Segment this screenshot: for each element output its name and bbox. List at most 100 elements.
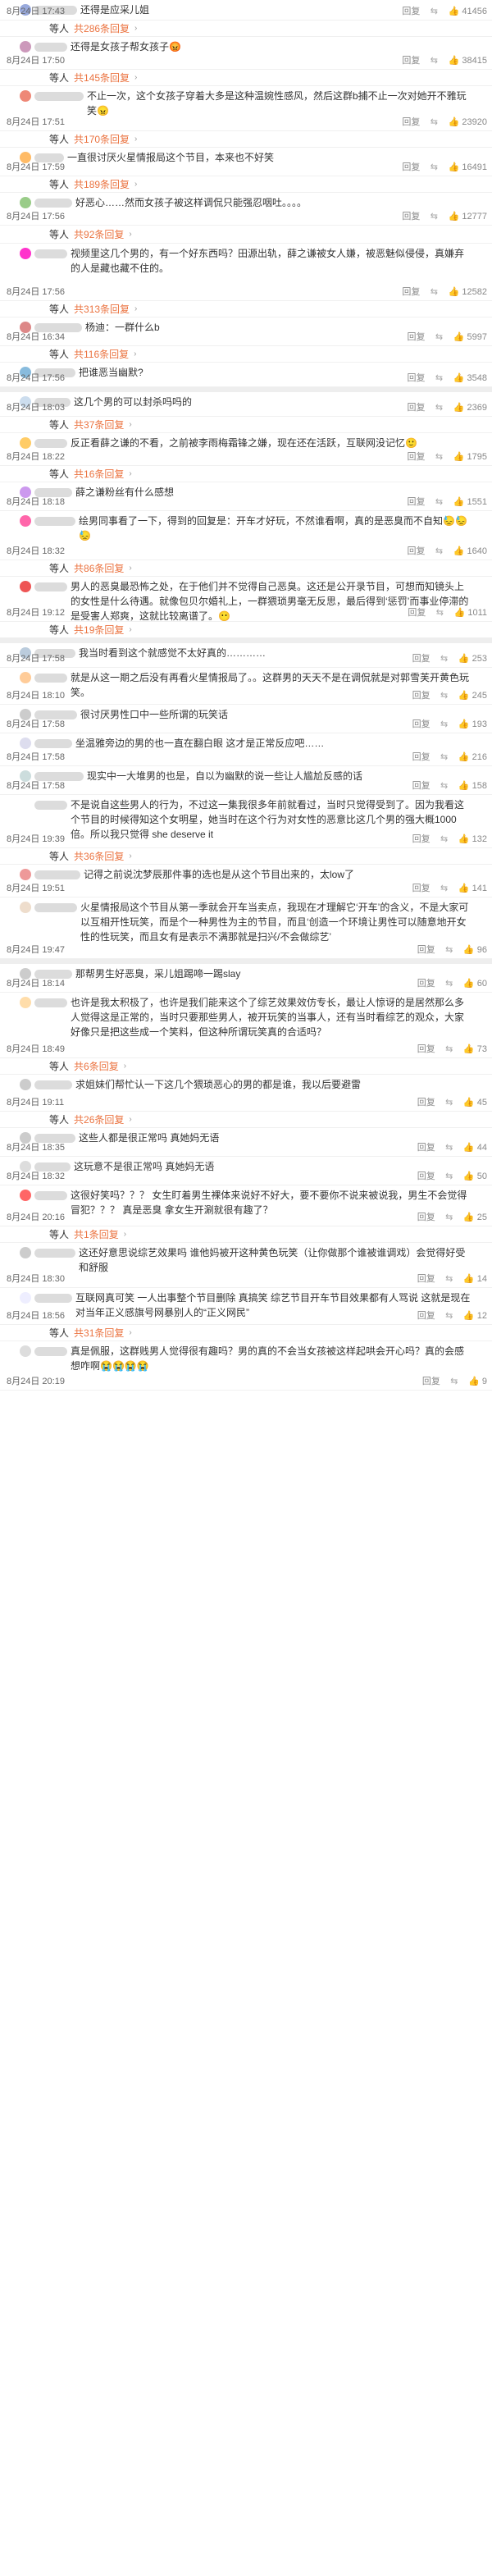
repost-icon[interactable]: ⇆ — [434, 606, 445, 619]
username-blurred[interactable] — [34, 517, 75, 526]
reply-button[interactable]: 回复 — [402, 285, 420, 299]
username-blurred[interactable] — [34, 739, 72, 748]
like-button[interactable]: 👍 1640 — [453, 545, 487, 558]
repost-icon[interactable]: ⇆ — [434, 450, 445, 464]
reply-summary[interactable]: 等人 共31条回复 › — [49, 1325, 472, 1341]
like-button[interactable]: 👍 73 — [463, 1043, 487, 1056]
reply-summary-row[interactable]: 等人 共31条回复 › — [0, 1325, 492, 1341]
reply-summary-row[interactable]: 等人 共286条回复 › — [0, 21, 492, 37]
repost-icon[interactable]: ⇆ — [444, 1096, 455, 1109]
reply-button[interactable]: 回复 — [412, 882, 430, 895]
reply-summary[interactable]: 等人 共286条回复 › — [49, 21, 472, 37]
repost-icon[interactable]: ⇆ — [444, 1272, 455, 1286]
like-button[interactable]: 👍 141 — [458, 882, 487, 895]
reply-summary[interactable]: 等人 共86条回复 › — [49, 560, 472, 577]
avatar[interactable] — [20, 1292, 31, 1304]
avatar[interactable] — [20, 581, 31, 592]
username-blurred[interactable] — [34, 199, 72, 208]
repost-icon[interactable]: ⇆ — [434, 372, 445, 385]
reply-summary-row[interactable]: 等人 共26条回复 › — [0, 1112, 492, 1128]
avatar[interactable] — [20, 902, 31, 913]
like-button[interactable]: 👍 14 — [463, 1272, 487, 1286]
reply-button[interactable]: 回复 — [412, 718, 430, 731]
reply-button[interactable]: 回复 — [408, 606, 426, 619]
repost-icon[interactable]: ⇆ — [434, 401, 445, 414]
reply-count-link[interactable]: 共286条回复 — [74, 21, 130, 37]
repost-icon[interactable]: ⇆ — [444, 1141, 455, 1154]
reply-button[interactable]: 回复 — [417, 1043, 435, 1056]
like-button[interactable]: 👍 1551 — [453, 496, 487, 509]
like-button[interactable]: 👍 132 — [458, 833, 487, 846]
reply-summary-row[interactable]: 等人 共145条回复 › — [0, 70, 492, 86]
username-blurred[interactable] — [34, 249, 67, 258]
like-button[interactable]: 👍 38415 — [448, 54, 487, 67]
like-button[interactable]: 👍 41456 — [448, 5, 487, 18]
reply-button[interactable]: 回复 — [402, 210, 420, 223]
reply-summary[interactable]: 等人 共1条回复 › — [49, 1226, 472, 1243]
like-button[interactable]: 👍 16491 — [448, 161, 487, 174]
reply-summary[interactable]: 等人 共170条回复 › — [49, 131, 472, 148]
reply-summary[interactable]: 等人 共37条回复 › — [49, 417, 472, 433]
avatar[interactable] — [20, 1079, 31, 1090]
reply-button[interactable]: 回复 — [422, 1375, 440, 1388]
reply-button[interactable]: 回复 — [412, 779, 430, 792]
reply-button[interactable]: 回复 — [412, 833, 430, 846]
reply-count-link[interactable]: 共313条回复 — [74, 301, 130, 317]
avatar[interactable] — [20, 738, 31, 749]
username-blurred[interactable] — [34, 674, 67, 683]
reply-summary-row[interactable]: 等人 共86条回复 › — [0, 560, 492, 577]
reply-summary-row[interactable]: 等人 共170条回复 › — [0, 131, 492, 148]
reply-button[interactable]: 回复 — [417, 1170, 435, 1183]
reply-summary-row[interactable]: 等人 共313条回复 › — [0, 301, 492, 317]
like-button[interactable]: 👍 193 — [458, 718, 487, 731]
avatar[interactable] — [20, 515, 31, 527]
reply-button[interactable]: 回复 — [417, 1211, 435, 1224]
reply-summary[interactable]: 等人 共313条回复 › — [49, 301, 472, 317]
reply-summary-row[interactable]: 等人 共36条回复 › — [0, 848, 492, 865]
reply-summary-row[interactable]: 等人 共116条回复 › — [0, 346, 492, 363]
like-button[interactable]: 👍 44 — [463, 1141, 487, 1154]
repost-icon[interactable]: ⇆ — [428, 210, 440, 223]
reply-count-link[interactable]: 共145条回复 — [74, 70, 130, 86]
repost-icon[interactable]: ⇆ — [428, 116, 440, 129]
avatar[interactable] — [20, 799, 31, 811]
username-blurred[interactable] — [34, 1294, 72, 1303]
reply-summary[interactable]: 等人 共19条回复 › — [49, 622, 472, 638]
like-button[interactable]: 👍 9 — [468, 1375, 487, 1388]
reply-button[interactable]: 回复 — [417, 977, 435, 990]
username-blurred[interactable] — [34, 1347, 67, 1356]
repost-icon[interactable]: ⇆ — [439, 652, 450, 665]
like-button[interactable]: 👍 12 — [463, 1309, 487, 1322]
reply-button[interactable]: 回复 — [408, 372, 426, 385]
reply-count-link[interactable]: 共6条回复 — [74, 1058, 119, 1075]
repost-icon[interactable]: ⇆ — [428, 5, 440, 18]
like-button[interactable]: 👍 158 — [458, 779, 487, 792]
like-button[interactable]: 👍 245 — [458, 689, 487, 702]
avatar[interactable] — [20, 997, 31, 1008]
reply-summary-row[interactable]: 等人 共92条回复 › — [0, 226, 492, 244]
repost-icon[interactable]: ⇆ — [444, 1170, 455, 1183]
reply-summary[interactable]: 等人 共189条回复 › — [49, 176, 472, 193]
like-button[interactable]: 👍 25 — [463, 1211, 487, 1224]
reply-button[interactable]: 回复 — [402, 5, 420, 18]
reply-count-link[interactable]: 共26条回复 — [74, 1112, 124, 1128]
reply-button[interactable]: 回复 — [402, 161, 420, 174]
username-blurred[interactable] — [34, 870, 80, 879]
username-blurred[interactable] — [34, 1191, 67, 1200]
repost-icon[interactable]: ⇆ — [439, 718, 450, 731]
avatar[interactable] — [20, 437, 31, 449]
like-button[interactable]: 👍 96 — [463, 943, 487, 957]
reply-count-link[interactable]: 共31条回复 — [74, 1325, 124, 1341]
like-button[interactable]: 👍 1795 — [453, 450, 487, 464]
like-button[interactable]: 👍 216 — [458, 751, 487, 764]
repost-icon[interactable]: ⇆ — [434, 545, 445, 558]
like-button[interactable]: 👍 12582 — [448, 285, 487, 299]
reply-button[interactable]: 回复 — [402, 54, 420, 67]
repost-icon[interactable]: ⇆ — [439, 689, 450, 702]
reply-button[interactable]: 回复 — [417, 1141, 435, 1154]
like-button[interactable]: 👍 23920 — [448, 116, 487, 129]
repost-icon[interactable]: ⇆ — [428, 54, 440, 67]
username-blurred[interactable] — [34, 903, 77, 912]
repost-icon[interactable]: ⇆ — [444, 1309, 455, 1322]
reply-count-link[interactable]: 共170条回复 — [74, 131, 130, 148]
